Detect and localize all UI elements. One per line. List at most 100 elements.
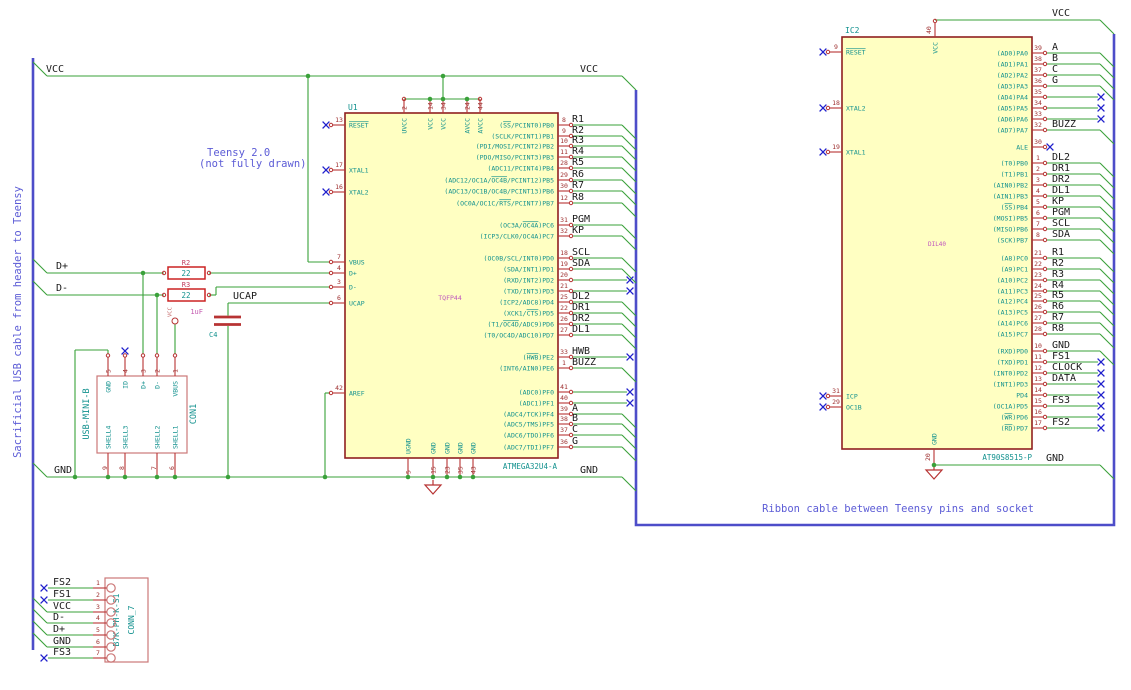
pin-end-circle <box>1042 204 1048 210</box>
pin-name: (SCLK/PCINT1)PB1 <box>491 132 554 140</box>
bus-entry <box>1099 257 1115 273</box>
bus-entry <box>1099 239 1115 255</box>
pin-number: 35 <box>1034 88 1042 96</box>
junction-dot <box>225 474 231 480</box>
pin-number: 21 <box>1034 249 1042 257</box>
bus-entry <box>32 258 48 274</box>
pin-name: XTAL2 <box>349 188 369 196</box>
pin-number: 2 <box>401 106 409 110</box>
pin-number: 3 <box>96 603 100 611</box>
pin-number: 22 <box>1034 260 1042 268</box>
net-label: G <box>572 436 578 447</box>
pin-number: 19 <box>560 260 568 268</box>
net-label: DL2 <box>1052 152 1070 163</box>
pin-end-circle <box>1042 288 1048 294</box>
net-label: KP <box>1052 196 1064 207</box>
pin-end-circle <box>1042 83 1048 89</box>
pin-name: (ICP2/ADC8)PD4 <box>499 298 554 306</box>
net-label: DL2 <box>572 291 590 302</box>
net-label: FS1 <box>1052 351 1070 362</box>
pin-end-circle <box>328 189 334 195</box>
pin-end-circle <box>1042 144 1048 150</box>
pin-end-circle <box>1042 266 1048 272</box>
pin-name: SHELL2 <box>153 425 161 449</box>
bus-entry <box>621 323 637 339</box>
pin-end-circle <box>1042 105 1048 111</box>
pin-number: 30 <box>560 182 568 190</box>
bus-entry <box>32 61 48 77</box>
bus-entry <box>1099 63 1115 79</box>
pin-end-circle <box>825 49 831 55</box>
pin-number: 20 <box>924 453 932 461</box>
pin-name: (OC3A/OC4A)PC6 <box>499 221 554 229</box>
net-label: R6 <box>1052 301 1064 312</box>
junction-dot <box>122 474 128 480</box>
pin-number: 3 <box>140 369 148 373</box>
junction-dot <box>931 462 937 468</box>
junction-dot <box>430 474 436 480</box>
junction-dot <box>440 73 446 79</box>
pin-name: (PDI/MOSI/PCINT2)PB2 <box>476 142 554 150</box>
net-label-vcc: VCC <box>1052 8 1070 19</box>
net-label: PGM <box>1052 207 1070 218</box>
net-label: FS3 <box>1052 395 1070 406</box>
pin-number: 11 <box>560 148 568 156</box>
pin-number: 8 <box>562 116 566 124</box>
pin-name: (OC1A)PD5 <box>993 402 1028 410</box>
junction-dot <box>405 474 411 480</box>
pin-end-circle <box>1042 127 1048 133</box>
pin-name: (A14)PC6 <box>997 319 1028 327</box>
pin-name: ID <box>121 381 129 389</box>
junction-dot <box>457 474 463 480</box>
pin-number: 11 <box>1034 353 1042 361</box>
pin-number: 9 <box>101 466 109 470</box>
pin-name: D- <box>153 381 161 389</box>
pin-name: (AIN0)PB2 <box>993 181 1028 189</box>
bus-entry <box>1099 228 1115 244</box>
net-label: DR1 <box>1052 163 1070 174</box>
u1-value: ATMEGA32U4-A <box>503 462 558 471</box>
pin-number: 34 <box>440 102 448 110</box>
pin-name: GND <box>104 381 112 393</box>
net-label: SCL <box>1052 218 1070 229</box>
pin-end-circle <box>1042 359 1048 365</box>
net-label: BUZZ <box>572 357 596 368</box>
net-label: DR2 <box>572 313 590 324</box>
pin-name: (TXD)PD1 <box>997 358 1028 366</box>
pin-end-circle <box>172 353 178 358</box>
pin-number: 29 <box>560 171 568 179</box>
pin-number: 4 <box>96 614 100 622</box>
pin-name: (T1)PB1 <box>1001 170 1028 178</box>
pin-name: (ADC0)PF0 <box>519 388 554 396</box>
pin-number: 9 <box>834 43 838 51</box>
bus-entry <box>621 235 637 251</box>
pin-number: 26 <box>560 315 568 323</box>
net-label: FS2 <box>1052 417 1070 428</box>
pin-name: SHELL1 <box>171 425 179 449</box>
pin-number: 25 <box>560 293 568 301</box>
net-label-dminus: D- <box>56 283 68 294</box>
pin-number: 5 <box>105 369 113 373</box>
schematic-canvas[interactable]: VCC VCC D+ D- UCAP GND GND VCC GND U1 ATMEGA32U4-A… <box>0 0 1131 690</box>
junction-dot <box>105 474 111 480</box>
pin-name: GND <box>930 433 938 445</box>
schematic-drawing: VCC VCCD+D-UCAPGND GNDVCCGNDU1ATMEGA32U4-A… <box>31 8 1116 663</box>
bus-entry <box>621 301 637 317</box>
pin-name: (T0/OC4D/ADC10)PD7 <box>484 331 555 339</box>
pin-number: 33 <box>560 348 568 356</box>
bus-entry <box>621 75 637 91</box>
pin-number: 41 <box>560 383 568 391</box>
bus-entry <box>621 156 637 172</box>
net-label: KP <box>572 225 584 236</box>
pin-name: UCAP <box>349 299 365 307</box>
net-label: R8 <box>572 192 584 203</box>
net-label: DR2 <box>1052 174 1070 185</box>
pin-name: VBUS <box>171 381 179 397</box>
bus-entry <box>32 462 48 478</box>
net-label: R5 <box>1052 290 1064 301</box>
pin-name: (RXD)PD0 <box>997 347 1028 355</box>
u1-footprint: TQFP44 <box>438 294 462 302</box>
pin-number: 7 <box>96 649 100 657</box>
bus-entry <box>1099 279 1115 295</box>
pin-name: (T0)PB0 <box>1001 159 1028 167</box>
